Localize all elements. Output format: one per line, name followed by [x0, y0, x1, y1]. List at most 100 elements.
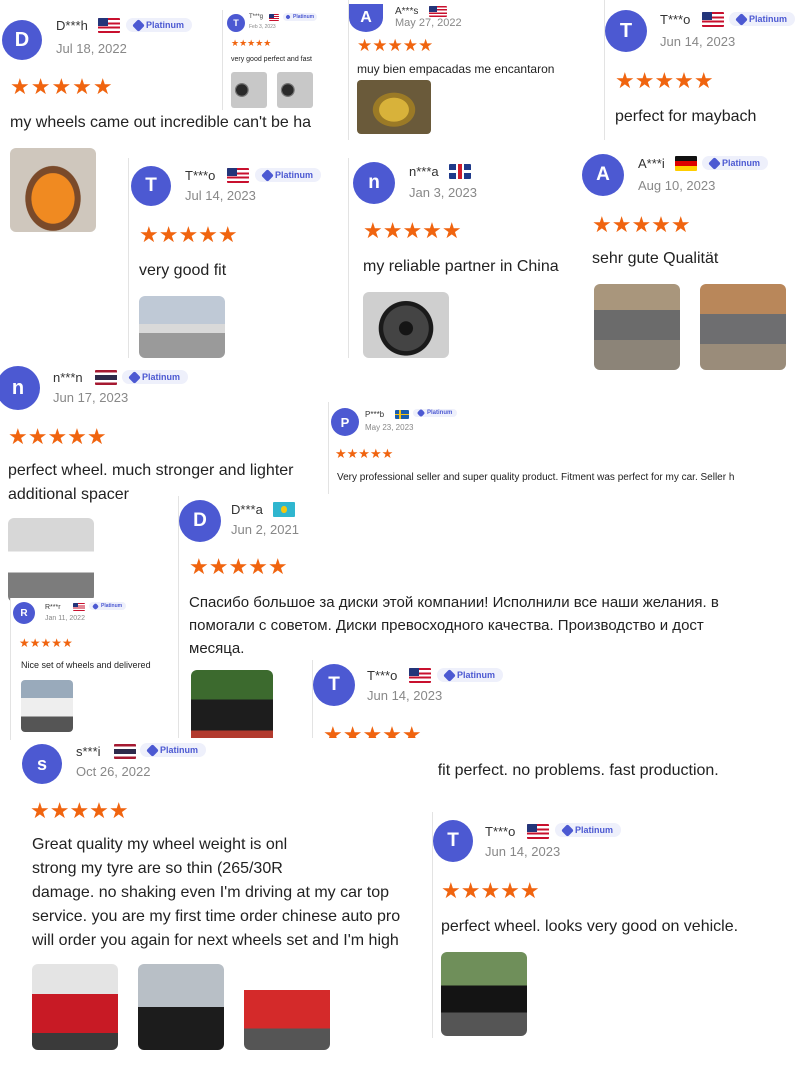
avatar: T — [433, 820, 473, 862]
flag-th-icon — [114, 744, 136, 759]
review-photo[interactable] — [32, 964, 118, 1050]
avatar: T — [131, 166, 171, 206]
platinum-badge: Platinum — [413, 408, 458, 418]
review-photo[interactable] — [231, 72, 267, 108]
flag-us-icon — [73, 603, 85, 611]
flag-uk-icon — [449, 164, 471, 179]
review-card: s s***i Platinum Oct 26, 2022 ★★★★★ Grea… — [20, 738, 434, 1067]
avatar-initial: P — [340, 414, 350, 430]
review-text-line: additional spacer — [8, 486, 129, 503]
review-photo[interactable] — [138, 964, 224, 1050]
review-text-line: damage. no shaking even I'm driving at m… — [32, 884, 390, 901]
platinum-badge: Platinum — [122, 370, 189, 384]
platinum-label: Platinum — [575, 825, 614, 835]
reviewer-name: A***i — [638, 156, 665, 171]
star-rating: ★★★★★ — [363, 218, 462, 243]
review-card: R R***r Platinum Jan 11, 2022 ★★★★★ Nice… — [10, 598, 178, 740]
reviewer-name: A***s — [395, 6, 419, 17]
review-photo[interactable] — [139, 296, 225, 358]
diamond-icon — [146, 743, 159, 757]
star-rating: ★★★★★ — [615, 68, 714, 93]
review-text-line: will order you again for next wheels set… — [32, 932, 399, 949]
star-rating: ★★★★★ — [139, 222, 238, 247]
review-date: Jun 2, 2021 — [231, 522, 299, 537]
platinum-label: Platinum — [101, 603, 123, 609]
avatar-initial: A — [360, 9, 372, 26]
reviewer-name: R***r — [45, 604, 61, 611]
avatar: s — [22, 744, 62, 784]
platinum-label: Platinum — [142, 372, 181, 382]
avatar-initial: n — [368, 172, 380, 193]
star-rating: ★★★★★ — [19, 636, 73, 650]
flag-us-icon — [527, 824, 549, 839]
review-card: T T***o Platinum Jun 14, 2023 ★★★★★ perf… — [604, 0, 800, 140]
platinum-label: Platinum — [749, 14, 788, 24]
review-photo[interactable] — [21, 680, 73, 732]
review-date: Jun 14, 2023 — [485, 844, 561, 859]
review-text-line: service. you are my first time order chi… — [32, 908, 401, 925]
flag-us-icon — [702, 12, 724, 27]
platinum-label: Platinum — [457, 670, 496, 680]
review-photo[interactable] — [441, 952, 527, 1036]
platinum-label: Platinum — [722, 158, 761, 168]
platinum-label: Platinum — [427, 410, 453, 416]
review-text: my wheels came out incredible can't be h… — [10, 114, 311, 131]
reviewer-name: D***h — [56, 18, 88, 33]
flag-us-icon — [409, 668, 431, 683]
review-photo[interactable] — [277, 72, 313, 108]
diamond-icon — [416, 408, 426, 418]
avatar-initial: T — [619, 19, 633, 42]
avatar: n — [0, 366, 40, 410]
review-text: perfect for maybach — [615, 108, 757, 125]
diamond-icon — [128, 370, 141, 384]
review-date: Oct 26, 2022 — [76, 764, 151, 779]
star-rating: ★★★★★ — [592, 212, 691, 237]
review-card: A A***i Platinum Aug 10, 2023 ★★★★★ sehr… — [580, 150, 800, 380]
diamond-icon — [561, 823, 574, 837]
reviewer-name: T***o — [185, 168, 216, 183]
review-card: T T***o Platinum Jun 14, 2023 ★★★★★ perf… — [432, 812, 800, 1038]
review-card: A A***s May 27, 2022 ★★★★★ muy bien empa… — [348, 0, 604, 140]
review-text: Nice set of wheels and delivered — [21, 660, 151, 670]
review-text: perfect wheel. looks very good on vehicl… — [441, 918, 739, 935]
avatar-initial: T — [328, 674, 340, 695]
star-rating: ★★★★★ — [357, 36, 434, 55]
avatar-initial: n — [11, 376, 25, 399]
reviewer-name: T***g — [249, 14, 264, 20]
review-photo[interactable] — [8, 518, 94, 602]
platinum-badge: Platinum — [555, 823, 622, 837]
review-text-line: месяца. — [189, 640, 245, 657]
reviewer-name: P***b — [365, 410, 385, 419]
star-rating: ★★★★★ — [10, 74, 114, 99]
review-text: very good perfect and fast — [231, 56, 312, 63]
review-photo[interactable] — [357, 80, 431, 134]
avatar-initial: D — [193, 510, 207, 531]
review-text: my reliable partner in China — [363, 258, 559, 275]
review-photo[interactable] — [594, 284, 680, 370]
review-text-line: Great quality my wheel weight is onl — [32, 836, 288, 853]
review-photo[interactable] — [244, 964, 330, 1050]
review-photo[interactable] — [10, 148, 96, 232]
reviewer-name: n***a — [409, 164, 439, 179]
review-photo[interactable] — [363, 292, 449, 358]
diamond-icon — [91, 602, 100, 610]
platinum-label: Platinum — [293, 14, 315, 20]
review-photo[interactable] — [700, 284, 786, 370]
diamond-icon — [132, 18, 145, 32]
avatar-initial: T — [145, 175, 157, 196]
platinum-badge: Platinum — [702, 156, 769, 170]
platinum-badge: Platinum — [255, 168, 322, 182]
avatar: P — [331, 408, 359, 436]
avatar-initial: s — [36, 753, 47, 774]
flag-us-icon — [429, 6, 447, 17]
avatar-initial: T — [233, 18, 239, 28]
star-rating: ★★★★★ — [30, 798, 129, 823]
review-card: T T***g Platinum Feb 3, 2023 ★★★★★ very … — [222, 10, 334, 110]
review-text: sehr gute Qualität — [592, 250, 719, 267]
flag-us-icon — [98, 18, 120, 33]
review-card: P P***b Platinum May 23, 2023 ★★★★★ Very… — [328, 402, 800, 494]
flag-de-icon — [675, 156, 697, 171]
avatar: A — [582, 154, 624, 196]
avatar: R — [13, 602, 35, 624]
platinum-label: Platinum — [146, 20, 185, 30]
